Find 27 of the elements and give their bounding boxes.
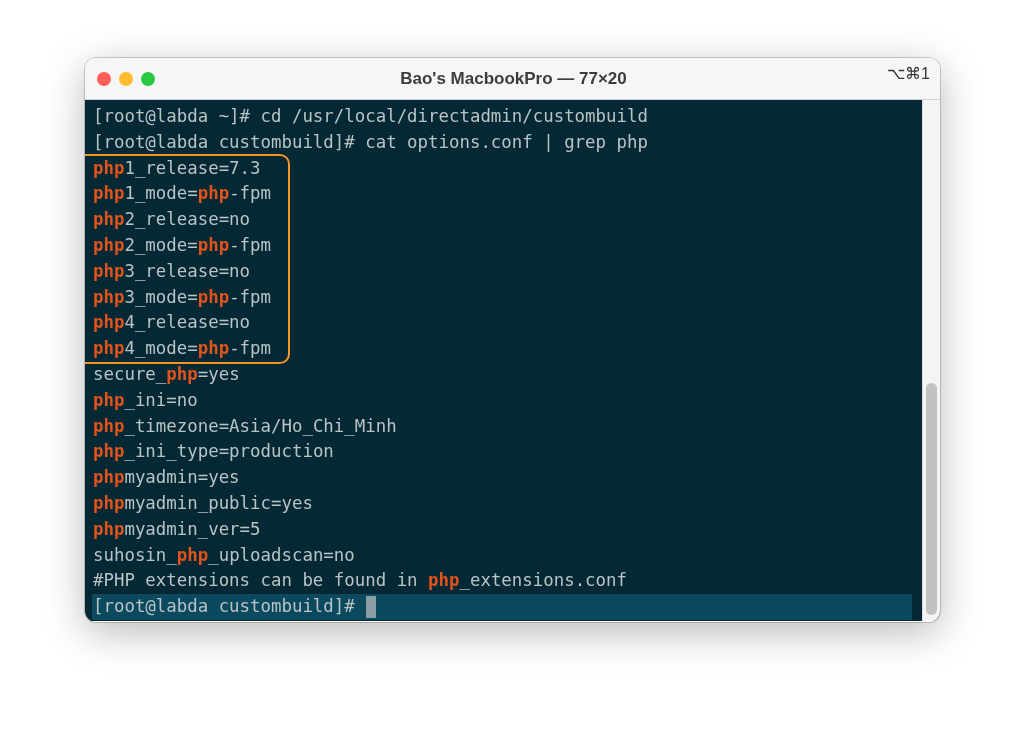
terminal-line: php1_mode=php-fpm	[93, 182, 272, 206]
prompt-text: [root@labda custombuild]#	[93, 595, 355, 619]
zoom-button[interactable]	[141, 71, 155, 86]
terminal-line: php3_release=no	[93, 259, 251, 283]
shortcut-label: ⌥⌘1	[886, 64, 930, 83]
minimize-button[interactable]	[119, 71, 133, 86]
terminal-line: secure_php=yes	[93, 362, 240, 386]
terminal-line: php_ini=no	[93, 388, 198, 412]
terminal-line: phpmyadmin_ver=5	[93, 517, 261, 541]
terminal-line: php_ini_type=production	[93, 440, 334, 464]
close-button[interactable]	[97, 71, 111, 86]
terminal-line: [root@labda ~]# cd /usr/local/directadmin/custombuild	[93, 105, 648, 128]
terminal-line: php1_release=7.3	[93, 156, 261, 180]
terminal-line: phpmyadmin_public=yes	[93, 491, 313, 515]
text-cursor	[365, 596, 376, 619]
terminal-line: php_timezone=Asia/Ho_Chi_Minh	[93, 414, 397, 438]
terminal-line: suhosin_php_uploadscan=no	[93, 543, 355, 567]
terminal-line: #PHP extensions can be found in php_extensions.conf	[93, 569, 627, 593]
terminal-line: php2_mode=php-fpm	[93, 234, 272, 257]
terminal-line: [root@labda custombuild]# cat options.conf | grep php	[93, 130, 648, 154]
window-title: Bao's MacbookPro — 77×20	[399, 68, 628, 89]
terminal-line: php4_release=no	[93, 311, 251, 335]
terminal-line: php4_mode=php-fpm	[93, 337, 272, 361]
scrollbar-thumb[interactable]	[926, 383, 937, 615]
terminal-line: php3_mode=php-fpm	[93, 285, 272, 309]
terminal-line: phpmyadmin=yes	[93, 466, 240, 490]
terminal-line: php2_release=no	[93, 208, 251, 232]
